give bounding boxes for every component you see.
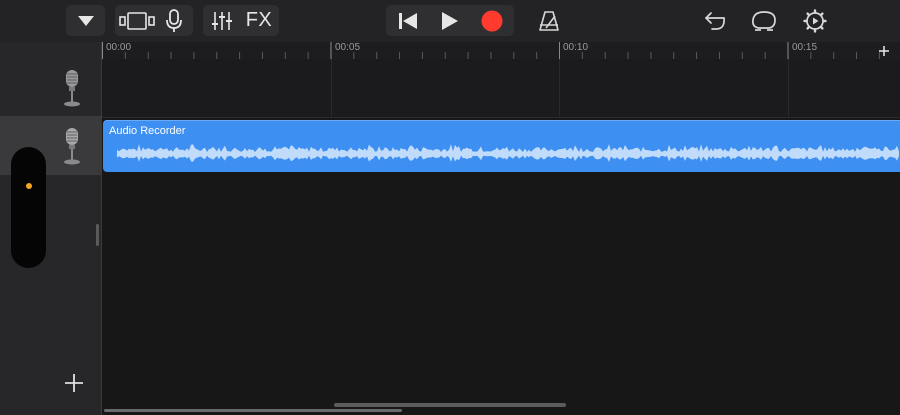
record-icon — [481, 10, 503, 31]
browser-dropdown-button[interactable] — [66, 5, 105, 36]
microphone-instrument-icon — [64, 70, 80, 107]
fx-button[interactable]: FX — [240, 5, 278, 36]
settings-gear-icon — [803, 8, 827, 33]
track-headers-column — [0, 42, 102, 415]
transport-group — [386, 5, 514, 36]
mixer-fx-group: FX — [203, 5, 279, 36]
play-button[interactable] — [429, 5, 471, 36]
plus-icon — [65, 374, 83, 392]
undo-icon — [705, 11, 725, 30]
ruler-marker: 00:10 — [563, 42, 589, 53]
timeline-ruler[interactable]: 00:00 00:05 00:10 00:15 — [102, 42, 900, 59]
grid-line — [331, 59, 332, 117]
play-icon — [442, 11, 458, 30]
track-lane-1[interactable] — [102, 59, 900, 118]
microphone-button[interactable] — [157, 5, 191, 36]
metronome-icon — [539, 10, 559, 31]
grid-line — [788, 59, 789, 117]
rewind-icon — [399, 12, 417, 29]
mixer-button[interactable] — [204, 5, 240, 36]
loop-icon — [752, 10, 776, 31]
triangle-down-icon — [77, 15, 94, 26]
mixer-sliders-icon — [212, 11, 232, 30]
track-header-1[interactable] — [0, 59, 101, 117]
region-title: Audio Recorder — [109, 125, 186, 137]
settings-button[interactable] — [800, 5, 830, 36]
grid-line — [559, 59, 560, 117]
rewind-button[interactable] — [387, 5, 429, 36]
column-resize-handle[interactable] — [96, 224, 99, 246]
audio-region[interactable]: Audio Recorder — [103, 120, 900, 172]
add-track-button[interactable] — [63, 372, 85, 399]
horizontal-scrollbar[interactable] — [334, 403, 566, 407]
track-control-pill[interactable] — [11, 147, 46, 268]
ruler-ticks — [102, 42, 880, 59]
top-toolbar: FX — [0, 0, 900, 42]
view-mic-group — [115, 5, 193, 36]
tracks-area[interactable]: Audio Recorder — [102, 59, 900, 415]
ruler-marker: 00:15 — [792, 42, 818, 53]
plus-icon — [879, 46, 889, 56]
loop-browser-button[interactable] — [748, 5, 780, 36]
tracks-view-button[interactable] — [117, 5, 157, 36]
timeline-position-bar[interactable] — [104, 409, 402, 412]
metronome-button[interactable] — [534, 5, 564, 36]
undo-button[interactable] — [700, 5, 730, 36]
audio-waveform — [117, 144, 899, 162]
microphone-instrument-icon — [64, 128, 80, 165]
indicator-dot — [26, 183, 32, 189]
ruler-marker: 00:05 — [335, 42, 361, 53]
microphone-icon — [166, 8, 182, 32]
tracks-view-icon — [119, 11, 155, 30]
ruler-marker: 00:00 — [106, 42, 132, 53]
record-button[interactable] — [471, 5, 513, 36]
